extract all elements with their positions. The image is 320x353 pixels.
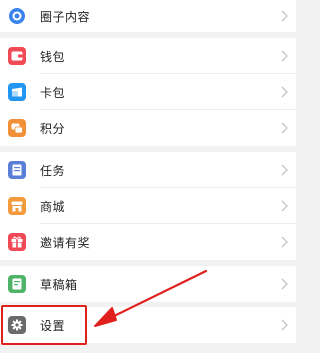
chevron-right-icon xyxy=(281,200,288,212)
menu-item-label: 草稿箱 xyxy=(40,277,78,292)
highlight-box xyxy=(1,305,87,345)
menu-item-label: 圈子内容 xyxy=(40,9,91,24)
menu-item-label: 商城 xyxy=(40,199,66,214)
chevron-right-icon xyxy=(281,236,288,248)
chevron-right-icon xyxy=(281,50,288,62)
menu-item-points[interactable]: 积分 xyxy=(0,110,296,146)
chevron-right-icon xyxy=(281,10,288,22)
menu-item-label: 邀请有奖 xyxy=(40,235,91,250)
menu-item-label: 任务 xyxy=(40,163,66,178)
menu-item-circle-content[interactable]: 圈子内容 xyxy=(0,0,296,32)
wallet-icon xyxy=(8,47,26,65)
draft-icon xyxy=(8,275,26,293)
chevron-right-icon xyxy=(281,319,288,331)
card-icon xyxy=(8,83,26,101)
chevron-right-icon xyxy=(281,86,288,98)
menu-group-drafts: 草稿箱 xyxy=(0,266,296,302)
circle-content-icon xyxy=(8,7,26,25)
menu-item-invite[interactable]: 邀请有奖 xyxy=(0,224,296,260)
chevron-right-icon xyxy=(281,122,288,134)
menu-item-label: 积分 xyxy=(40,121,66,136)
menu-group-rewards: 任务 商城 邀请有奖 xyxy=(0,152,296,260)
chevron-right-icon xyxy=(281,278,288,290)
points-icon xyxy=(8,119,26,137)
menu-item-mall[interactable]: 商城 xyxy=(0,188,296,224)
menu-item-card[interactable]: 卡包 xyxy=(0,74,296,110)
mall-icon xyxy=(8,197,26,215)
menu-item-label: 钱包 xyxy=(40,49,66,64)
menu-item-label: 卡包 xyxy=(40,85,66,100)
task-icon xyxy=(8,161,26,179)
menu-group-circle: 圈子内容 xyxy=(0,0,296,32)
menu-item-drafts[interactable]: 草稿箱 xyxy=(0,266,296,302)
menu-item-wallet[interactable]: 钱包 xyxy=(0,38,296,74)
chevron-right-icon xyxy=(281,164,288,176)
menu-item-task[interactable]: 任务 xyxy=(0,152,296,188)
gift-icon xyxy=(8,233,26,251)
menu-group-finance: 钱包 卡包 积分 xyxy=(0,38,296,146)
